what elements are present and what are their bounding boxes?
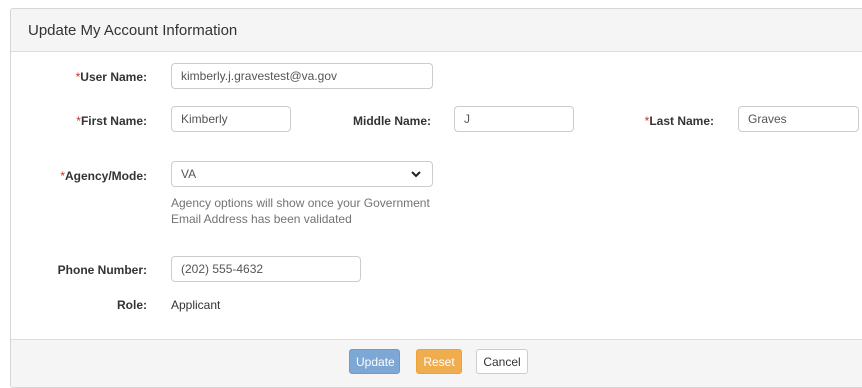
- user-name-input[interactable]: [171, 63, 433, 89]
- chevron-down-icon: [411, 171, 421, 178]
- account-panel: Update My Account Information *User Name…: [10, 8, 862, 388]
- last-name-input[interactable]: [738, 106, 859, 132]
- agency-label: *Agency/Mode:: [60, 169, 147, 183]
- panel-title: Update My Account Information: [28, 22, 238, 39]
- reset-button[interactable]: Reset: [416, 349, 462, 374]
- last-name-label: *Last Name:: [644, 114, 714, 128]
- panel-heading: Update My Account Information: [11, 9, 862, 52]
- role-value: Applicant: [171, 298, 221, 312]
- agency-select[interactable]: VA: [171, 161, 433, 187]
- update-button[interactable]: Update: [349, 349, 400, 374]
- first-name-label: *First Name:: [76, 114, 147, 128]
- phone-input[interactable]: [171, 256, 361, 282]
- agency-selected-value: VA: [181, 167, 197, 181]
- first-name-input[interactable]: [171, 106, 291, 132]
- agency-help-text: Agency options will show once your Gover…: [171, 196, 430, 226]
- middle-name-label: Middle Name:: [352, 114, 431, 128]
- panel-footer: Update Reset Cancel: [11, 339, 862, 387]
- cancel-button[interactable]: Cancel: [476, 349, 528, 374]
- user-name-label: *User Name:: [75, 70, 147, 84]
- middle-name-input[interactable]: [454, 106, 574, 132]
- phone-label: Phone Number:: [57, 263, 147, 277]
- role-label: Role:: [117, 298, 147, 312]
